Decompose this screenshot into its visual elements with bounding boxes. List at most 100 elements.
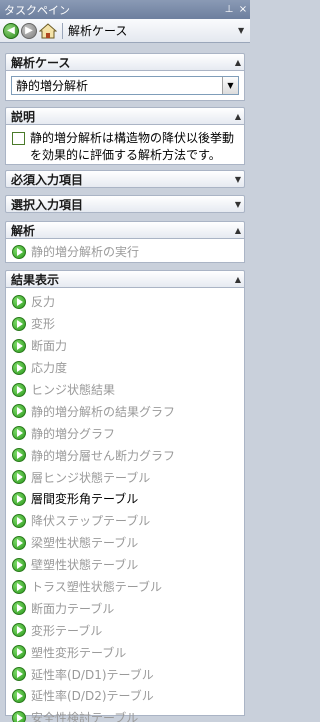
case-select[interactable]: 静的増分解析 ▼ [11,76,239,95]
result-list-item-label: 断面力 [31,339,68,354]
pin-icon[interactable]: ⊥ [222,4,236,15]
nav-dropdown-icon[interactable]: ▼ [238,26,250,35]
result-list-item-label: 延性率(D/D2)テーブル [31,689,154,704]
result-list-item-label: 断面力テーブル [31,601,115,616]
play-icon [12,316,26,331]
result-list-item-label: 延性率(D/D1)テーブル [31,667,154,682]
description-section-header[interactable]: 説明 ▲ [5,107,245,125]
result-list-item[interactable]: 延性率(D/D1)テーブル [12,663,242,685]
required-input-section-header[interactable]: 必須入力項目 ▼ [5,170,245,188]
analysis-section-header[interactable]: 解析 ▲ [5,221,245,239]
result-list-item[interactable]: 層間変形角テーブル [12,488,242,510]
description-section-title: 説明 [11,109,36,124]
close-icon[interactable]: × [236,4,250,15]
result-list-item-label: 壁塑性状態テーブル [31,558,139,573]
result-list-item[interactable]: 壁塑性状態テーブル [12,554,242,576]
result-list-item-label: トラス塑性状態テーブル [31,580,163,595]
result-list-item-label: 層ヒンジ状態テーブル [31,470,151,485]
back-button[interactable]: ◀ [3,22,19,39]
navigation-bar: ◀ ▶ 解析ケース ▼ [0,19,250,43]
case-section-title: 解析ケース [11,55,71,70]
play-icon [12,448,26,463]
result-list-item[interactable]: 断面力 [12,335,242,357]
result-list-item[interactable]: 静的増分解析の結果グラフ [12,400,242,422]
play-icon [12,360,26,375]
play-icon [12,294,26,309]
result-list-item[interactable]: 断面力テーブル [12,597,242,619]
result-list-item-label: 塑性変形テーブル [31,645,127,660]
run-analysis-link[interactable]: 静的増分解析の実行 [12,243,139,260]
play-icon [12,426,26,441]
results-list: 反力変形断面力応力度ヒンジ状態結果静的増分解析の結果グラフ 静的増分グラフ静的増分… [12,291,242,722]
results-section-body: 反力変形断面力応力度ヒンジ状態結果静的増分解析の結果グラフ 静的増分グラフ静的増分… [5,288,245,722]
result-list-item[interactable]: 変形 [12,313,242,335]
play-icon [12,667,26,682]
expand-chevron-icon[interactable]: ▼ [232,175,244,184]
result-list-item[interactable]: 層ヒンジ状態テーブル [12,466,242,488]
result-list-item[interactable]: ヒンジ状態結果 [12,379,242,401]
result-list-item-label: 応力度 [31,361,68,376]
play-icon [12,338,26,353]
play-icon [12,404,26,419]
optional-input-section-title: 選択入力項目 [11,197,84,212]
play-icon [12,535,26,550]
results-section-header[interactable]: 結果表示 ▲ [5,270,245,288]
run-analysis-label: 静的増分解析の実行 [31,245,140,259]
case-select-value: 静的増分解析 [16,79,89,93]
result-list-item-label: 安全性検討テーブル [31,711,139,722]
play-icon [12,557,26,572]
result-list-item[interactable]: 静的増分グラフ [12,422,242,444]
result-list-item[interactable]: 変形テーブル [12,619,242,641]
case-section-header[interactable]: 解析ケース ▲ [5,53,245,71]
result-list-item[interactable]: トラス塑性状態テーブル [12,576,242,598]
result-list-item[interactable]: 安全性検討テーブル [12,707,242,722]
window-title: タスクペイン [4,3,70,17]
case-section-body: 静的増分解析 ▼ [5,71,245,101]
home-button[interactable] [39,22,57,39]
description-icon [12,132,25,145]
collapse-chevron-icon[interactable]: ▲ [232,275,244,284]
nav-separator [62,22,63,39]
optional-input-section-header[interactable]: 選択入力項目 ▼ [5,195,245,213]
play-icon [12,645,26,660]
play-icon [12,623,26,638]
play-icon [12,470,26,485]
expand-chevron-icon[interactable]: ▼ [232,200,244,209]
play-icon [12,513,26,528]
result-list-item[interactable]: 静的増分層せん断力グラフ [12,444,242,466]
description-text: 静的増分解析は構造物の降伏以後挙動を効果的に評価する解析方法です。 [30,131,235,162]
collapse-chevron-icon[interactable]: ▲ [232,112,244,121]
result-list-item-label: 層間変形角テーブル [31,492,139,507]
analysis-section-title: 解析 [11,223,36,238]
nav-title: 解析ケース [68,24,128,38]
forward-button[interactable]: ▶ [21,22,37,39]
result-list-item[interactable]: 梁塑性状態テーブル [12,532,242,554]
play-icon [12,579,26,594]
collapse-chevron-icon[interactable]: ▲ [232,226,244,235]
result-list-item-label: 降伏ステップテーブル [31,514,151,529]
result-list-item-label: 反力 [31,295,56,310]
result-list-item-label: 変形テーブル [31,623,103,638]
play-icon [12,710,26,722]
play-icon [12,382,26,397]
result-list-item-label: ヒンジ状態結果 [31,383,116,397]
home-icon [39,22,57,38]
chevron-down-icon[interactable]: ▼ [222,77,238,94]
result-list-item[interactable]: 延性率(D/D2)テーブル [12,685,242,707]
result-list-item-label: 静的増分グラフ [31,426,116,441]
result-list-item-label: 静的増分解析の結果グラフ [31,404,176,419]
description-section-body: 静的増分解析は構造物の降伏以後挙動を効果的に評価する解析方法です。 [5,125,245,165]
play-icon [12,244,26,259]
play-icon [12,491,26,506]
task-pane-titlebar: タスクペイン ⊥ × [0,0,250,19]
analysis-section-body: 静的増分解析の実行 [5,239,245,263]
result-list-item[interactable]: 降伏ステップテーブル [12,510,242,532]
collapse-chevron-icon[interactable]: ▲ [232,58,244,67]
result-list-item[interactable]: 反力 [12,291,242,313]
result-list-item-label: 静的増分層せん断力グラフ [31,448,176,463]
result-list-item[interactable]: 塑性変形テーブル [12,641,242,663]
description-row: 静的増分解析は構造物の降伏以後挙動を効果的に評価する解析方法です。 [12,130,240,164]
play-icon [12,601,26,616]
result-list-item[interactable]: 応力度 [12,357,242,379]
result-list-item-label: 梁塑性状態テーブル [31,536,139,551]
